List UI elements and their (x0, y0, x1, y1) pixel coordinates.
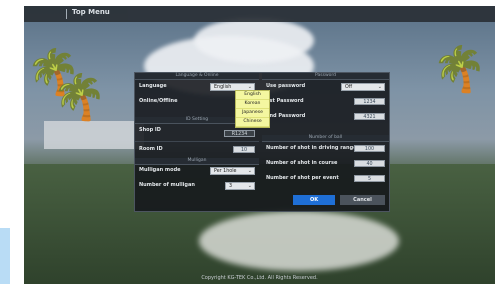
section-language-online: Language & Online (135, 73, 259, 80)
shop-id-field[interactable]: R1234 (224, 130, 255, 137)
mulligan-mode-select[interactable]: Per 1hole ⌄ (210, 167, 255, 175)
chevron-down-icon: ⌄ (377, 84, 382, 90)
driving-range-field[interactable]: 100 (354, 145, 385, 152)
room-id-label: Room ID (139, 146, 163, 152)
mulligan-mode-label: Mulligan mode (139, 167, 181, 173)
sand-bunker (199, 211, 399, 271)
section-password: Password (262, 73, 389, 80)
first-password-label: 1st Password (266, 98, 304, 104)
clubhouse-building (44, 121, 144, 149)
palm-tree-icon: 🌴 (52, 72, 107, 123)
left-accent-bar (0, 228, 10, 284)
room-id-field[interactable]: 10 (233, 146, 255, 153)
second-password-field[interactable]: 4321 (354, 113, 385, 120)
chevron-down-icon: ⌄ (247, 183, 252, 189)
menu-title: Top Menu (72, 8, 110, 16)
event-shots-label: Number of shot per event (266, 175, 339, 181)
language-label: Language (139, 83, 167, 89)
driving-range-label: Number of shot in driving range (266, 145, 357, 151)
copyright-footer: Copyright KG-TEK Co.,Ltd. All Rights Res… (201, 275, 318, 281)
section-number-of-ball: Number of ball (262, 135, 389, 142)
use-password-value: Off (345, 85, 353, 90)
palm-tree-icon: 🌴 (432, 44, 487, 95)
cloud (194, 18, 314, 63)
mulligan-count-value: 3 (229, 184, 233, 189)
ok-button[interactable]: OK (293, 195, 335, 205)
use-password-select[interactable]: Off ⌄ (341, 83, 385, 91)
divider (135, 141, 259, 142)
top-bar-separator (66, 9, 67, 19)
language-option-japanese[interactable]: Japanese (236, 109, 269, 118)
use-password-label: Use password (266, 83, 306, 89)
language-option-chinese[interactable]: Chinese (236, 118, 269, 127)
chevron-down-icon: ⌄ (247, 168, 252, 174)
language-option-english[interactable]: English (236, 91, 269, 100)
mulligan-count-label: Number of mulligan (139, 182, 195, 188)
online-offline-label: Online/Offline (139, 98, 178, 104)
second-password-label: 2nd Password (266, 113, 306, 119)
cancel-button[interactable]: Cancel (340, 195, 385, 205)
game-screen: 🌴 🌴 🌴 Top Menu Language & Online Languag… (24, 6, 495, 284)
section-mulligan: Mulligan (135, 158, 259, 165)
language-option-korean[interactable]: Korean (236, 100, 269, 109)
event-shots-field[interactable]: 5 (354, 175, 385, 182)
language-value: English (214, 85, 232, 90)
course-shots-label: Number of shot in course (266, 160, 338, 166)
mulligan-mode-value: Per 1hole (214, 169, 237, 174)
mulligan-count-select[interactable]: 3 ⌄ (225, 182, 255, 190)
course-shots-field[interactable]: 40 (354, 160, 385, 167)
shop-id-label: Shop ID (139, 127, 161, 133)
first-password-field[interactable]: 1234 (354, 98, 385, 105)
language-dropdown-list: English Korean Japanese Chinese (235, 90, 270, 128)
top-bar: Top Menu (24, 6, 495, 22)
